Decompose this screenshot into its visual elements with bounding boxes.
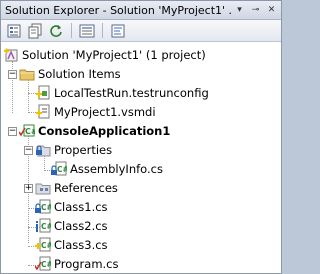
tree-item-solution-items[interactable]: Solution Items xyxy=(19,65,121,83)
tree-item-label: AssemblyInfo.cs xyxy=(70,162,163,176)
tree-item-label: Class3.cs xyxy=(54,238,108,252)
expand-toggle-icon[interactable]: + xyxy=(24,184,33,193)
tree-item-label: Class1.cs xyxy=(54,200,108,214)
tree-item-assemblyinfo[interactable]: C# AssemblyInfo.cs xyxy=(51,160,163,178)
tree-item-label: Solution 'MyProject1' (1 project) xyxy=(22,48,206,62)
csharp-file-icon: C# xyxy=(35,237,51,252)
toolbar-separator xyxy=(102,23,103,38)
tree-item-references[interactable]: References xyxy=(35,179,118,197)
csharp-project-icon: C# xyxy=(19,124,35,137)
references-folder-icon xyxy=(35,183,51,195)
tree-item-vsmdi[interactable]: MyProject1.vsmdi xyxy=(35,103,156,121)
tree-item-class1[interactable]: C# Class1.cs xyxy=(35,198,108,216)
vsmdi-file-icon xyxy=(36,104,50,119)
properties-icon[interactable] xyxy=(5,22,23,39)
tree-item-label: ConsoleApplication1 xyxy=(38,124,171,138)
toolbar-separator xyxy=(71,23,72,38)
solution-explorer-window: Solution Explorer - Solution 'MyProject1… xyxy=(0,0,282,274)
tree-item-label: MyProject1.vsmdi xyxy=(54,105,156,119)
tree-item-solution[interactable]: Solution 'MyProject1' (1 project) xyxy=(3,46,206,64)
auto-hide-pin-icon[interactable]: ⊸ xyxy=(249,4,262,17)
svg-text:C#: C# xyxy=(25,127,35,136)
tree-item-label: Program.cs xyxy=(54,257,119,271)
svg-text:C#: C# xyxy=(57,165,67,174)
show-all-files-icon[interactable] xyxy=(26,22,44,39)
testrunconfig-file-icon xyxy=(36,85,50,100)
solution-tree[interactable]: Solution 'MyProject1' (1 project) − Solu… xyxy=(1,42,281,273)
csharp-file-icon: C# xyxy=(36,218,51,233)
svg-text:C#: C# xyxy=(41,241,51,250)
solution-explorer-toolbar xyxy=(1,20,281,42)
tree-item-program[interactable]: C# Program.cs xyxy=(35,255,119,273)
view-code-icon[interactable] xyxy=(109,22,127,39)
window-title: Solution Explorer - Solution 'MyProject1… xyxy=(5,3,233,17)
refresh-icon[interactable] xyxy=(47,22,65,39)
svg-text:C#: C# xyxy=(41,222,51,231)
csharp-file-icon: C# xyxy=(35,256,51,271)
folder-icon xyxy=(19,69,35,81)
tree-item-label: LocalTestRun.testrunconfig xyxy=(54,86,209,100)
view-class-diagram-icon[interactable] xyxy=(78,22,96,39)
tree-item-label: References xyxy=(54,181,118,195)
tree-item-class3[interactable]: C# Class3.cs xyxy=(35,236,108,254)
window-position-dropdown-icon[interactable]: ▾ xyxy=(233,4,246,17)
tree-item-properties[interactable]: Properties xyxy=(35,141,112,159)
tree-item-label: Class2.cs xyxy=(54,219,108,233)
svg-text:C#: C# xyxy=(41,260,51,269)
tree-guide-line xyxy=(28,80,29,113)
solution-icon xyxy=(4,48,18,62)
properties-folder-icon xyxy=(36,145,51,157)
title-bar[interactable]: Solution Explorer - Solution 'MyProject1… xyxy=(1,1,281,20)
svg-text:C#: C# xyxy=(41,203,51,212)
collapse-toggle-icon[interactable]: − xyxy=(24,146,33,155)
close-icon[interactable]: ✕ xyxy=(265,4,278,17)
csharp-file-icon: C# xyxy=(51,161,67,176)
tree-item-project[interactable]: C# ConsoleApplication1 xyxy=(19,122,170,140)
collapse-toggle-icon[interactable]: − xyxy=(8,127,17,136)
tree-item-testrunconfig[interactable]: LocalTestRun.testrunconfig xyxy=(35,84,209,102)
csharp-file-icon: C# xyxy=(35,199,51,214)
tree-item-label: Properties xyxy=(54,143,113,157)
tree-item-class2[interactable]: C# Class2.cs xyxy=(35,217,108,235)
tree-item-label: Solution Items xyxy=(38,67,121,81)
collapse-toggle-icon[interactable]: − xyxy=(8,70,17,79)
